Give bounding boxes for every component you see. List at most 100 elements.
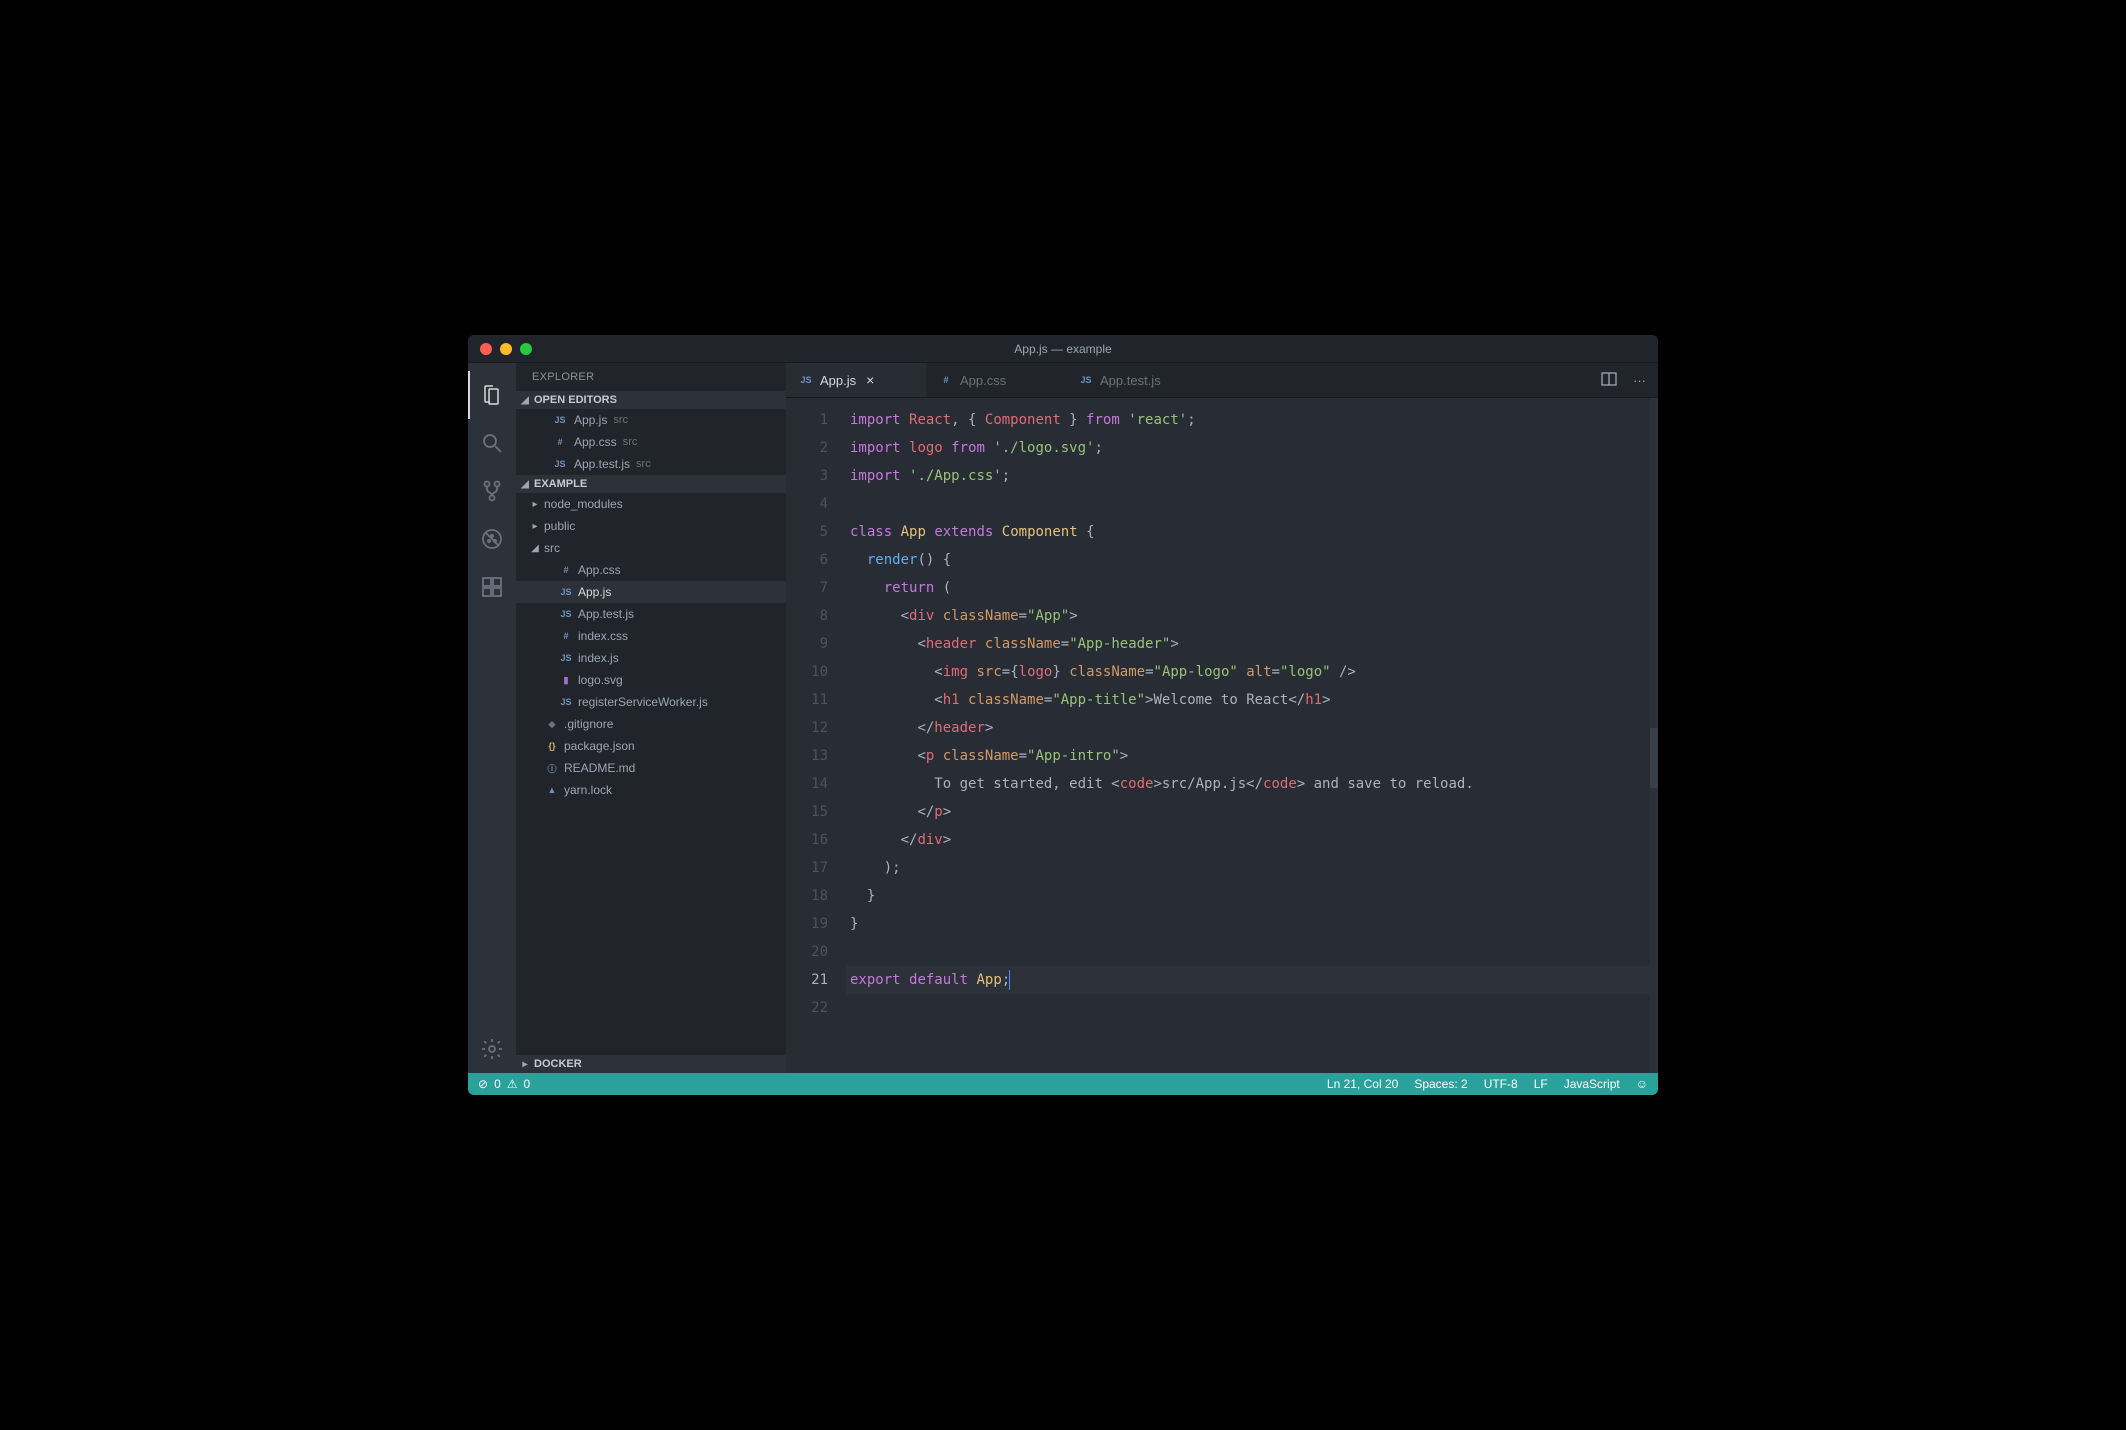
folder-name: node_modules <box>544 497 623 511</box>
chevron-right-icon: ▸ <box>530 499 540 510</box>
tab-label: App.css <box>960 373 1006 388</box>
file-type-icon: ◆ <box>544 716 560 732</box>
window-body: EXPLORER ◢ OPEN EDITORS JS App.js src # App.… <box>468 363 1658 1073</box>
file-name: App.css <box>578 563 621 577</box>
open-editors-list: JSApp.jssrc#App.csssrcJSApp.test.jssrc <box>516 409 786 475</box>
file-item[interactable]: ⓘREADME.md <box>516 757 786 779</box>
file-type-icon: # <box>938 372 954 388</box>
close-tab-icon[interactable]: × <box>866 372 874 388</box>
window-title: App.js — example <box>468 342 1658 356</box>
chevron-down-icon: ◢ <box>520 479 530 490</box>
line-gutter: 12345678910111213141516171819202122 <box>786 398 846 1073</box>
file-name: App.js <box>578 585 611 599</box>
warnings-icon[interactable]: ⚠ <box>507 1077 518 1091</box>
errors-icon[interactable]: ⊘ <box>478 1077 488 1091</box>
split-editor-icon[interactable] <box>1601 371 1617 390</box>
chevron-down-icon: ◢ <box>520 395 530 406</box>
open-editors-header[interactable]: ◢ OPEN EDITORS <box>516 391 786 409</box>
file-name: App.js <box>574 413 607 427</box>
explorer-icon[interactable] <box>468 371 516 419</box>
traffic-lights <box>480 343 532 355</box>
close-window-button[interactable] <box>480 343 492 355</box>
file-name: package.json <box>564 739 635 753</box>
sidebar-title: EXPLORER <box>516 363 786 391</box>
file-path: src <box>636 458 651 470</box>
file-item[interactable]: JS index.js <box>516 647 786 669</box>
editor-area: JSApp.js× # App.css JSApp.test.js ··· 12345… <box>786 363 1658 1073</box>
file-item[interactable]: JS registerServiceWorker.js <box>516 691 786 713</box>
file-item[interactable]: JS App.test.js <box>516 603 786 625</box>
feedback-smiley-icon[interactable]: ☺ <box>1636 1077 1648 1091</box>
cursor-position[interactable]: Ln 21, Col 20 <box>1327 1077 1398 1091</box>
file-name: logo.svg <box>578 673 623 687</box>
tabs: JSApp.js× # App.css JSApp.test.js ··· <box>786 363 1658 398</box>
chevron-down-icon: ◢ <box>530 543 540 554</box>
file-type-icon: JS <box>558 650 574 666</box>
code-content[interactable]: import React, { Component } from 'react'… <box>846 398 1658 1073</box>
file-name: App.css <box>574 435 617 449</box>
file-item[interactable]: {}package.json <box>516 735 786 757</box>
editor-tab[interactable]: JSApp.test.js <box>1066 363 1206 397</box>
file-item[interactable]: #App.css <box>516 559 786 581</box>
file-name: App.test.js <box>578 607 634 621</box>
search-icon[interactable] <box>468 419 516 467</box>
folder-item[interactable]: ◢ src <box>516 537 786 559</box>
file-name: registerServiceWorker.js <box>578 695 708 709</box>
text-cursor <box>1009 970 1010 990</box>
file-name: README.md <box>564 761 635 775</box>
chevron-right-icon: ▸ <box>530 521 540 532</box>
file-item[interactable]: ▲ yarn.lock <box>516 779 786 801</box>
file-path: src <box>613 414 628 426</box>
project-header[interactable]: ◢ EXAMPLE <box>516 475 786 493</box>
file-item[interactable]: ▮ logo.svg <box>516 669 786 691</box>
code-editor[interactable]: 12345678910111213141516171819202122 impo… <box>786 398 1658 1073</box>
open-editor-item[interactable]: JSApp.test.jssrc <box>516 453 786 475</box>
scrollbar[interactable] <box>1650 398 1658 1073</box>
maximize-window-button[interactable] <box>520 343 532 355</box>
docker-label: DOCKER <box>534 1058 582 1070</box>
file-type-icon: JS <box>1078 372 1094 388</box>
file-type-icon: JS <box>558 606 574 622</box>
file-name: index.js <box>578 651 619 665</box>
file-name: index.css <box>578 629 628 643</box>
folder-name: src <box>544 541 560 555</box>
extensions-icon[interactable] <box>468 563 516 611</box>
folder-item[interactable]: ▸ node_modules <box>516 493 786 515</box>
editor-tab[interactable]: # App.css <box>926 363 1066 397</box>
file-type-icon: ▲ <box>544 782 560 798</box>
minimize-window-button[interactable] <box>500 343 512 355</box>
warnings-count[interactable]: 0 <box>524 1077 531 1091</box>
folder-name: public <box>544 519 575 533</box>
indentation[interactable]: Spaces: 2 <box>1414 1077 1467 1091</box>
more-actions-icon[interactable]: ··· <box>1633 373 1646 388</box>
open-editors-label: OPEN EDITORS <box>534 394 617 406</box>
file-type-icon: JS <box>558 694 574 710</box>
debug-icon[interactable] <box>468 515 516 563</box>
file-item[interactable]: JS App.js <box>516 581 786 603</box>
file-type-icon: # <box>558 628 574 644</box>
scrollbar-thumb[interactable] <box>1650 728 1658 788</box>
open-editor-item[interactable]: JS App.js src <box>516 409 786 431</box>
file-name: .gitignore <box>564 717 613 731</box>
open-editor-item[interactable]: #App.csssrc <box>516 431 786 453</box>
encoding[interactable]: UTF-8 <box>1484 1077 1518 1091</box>
titlebar[interactable]: App.js — example <box>468 335 1658 363</box>
settings-gear-icon[interactable] <box>468 1025 516 1073</box>
file-type-icon: ▮ <box>558 672 574 688</box>
eol[interactable]: LF <box>1534 1077 1548 1091</box>
file-type-icon: JS <box>552 412 568 428</box>
docker-header[interactable]: ▸ DOCKER <box>516 1055 786 1073</box>
file-item[interactable]: ◆ .gitignore <box>516 713 786 735</box>
file-item[interactable]: # index.css <box>516 625 786 647</box>
editor-tab[interactable]: JSApp.js× <box>786 363 926 397</box>
errors-count[interactable]: 0 <box>494 1077 501 1091</box>
source-control-icon[interactable] <box>468 467 516 515</box>
language-mode[interactable]: JavaScript <box>1564 1077 1620 1091</box>
file-type-icon: JS <box>558 584 574 600</box>
file-tree: ▸node_modules▸public◢src#App.cssJSApp.js… <box>516 493 786 801</box>
chevron-right-icon: ▸ <box>520 1059 530 1070</box>
sidebar: EXPLORER ◢ OPEN EDITORS JSApp.jssrc#App.… <box>516 363 786 1073</box>
folder-item[interactable]: ▸ public <box>516 515 786 537</box>
file-type-icon: # <box>552 434 568 450</box>
file-name: yarn.lock <box>564 783 612 797</box>
